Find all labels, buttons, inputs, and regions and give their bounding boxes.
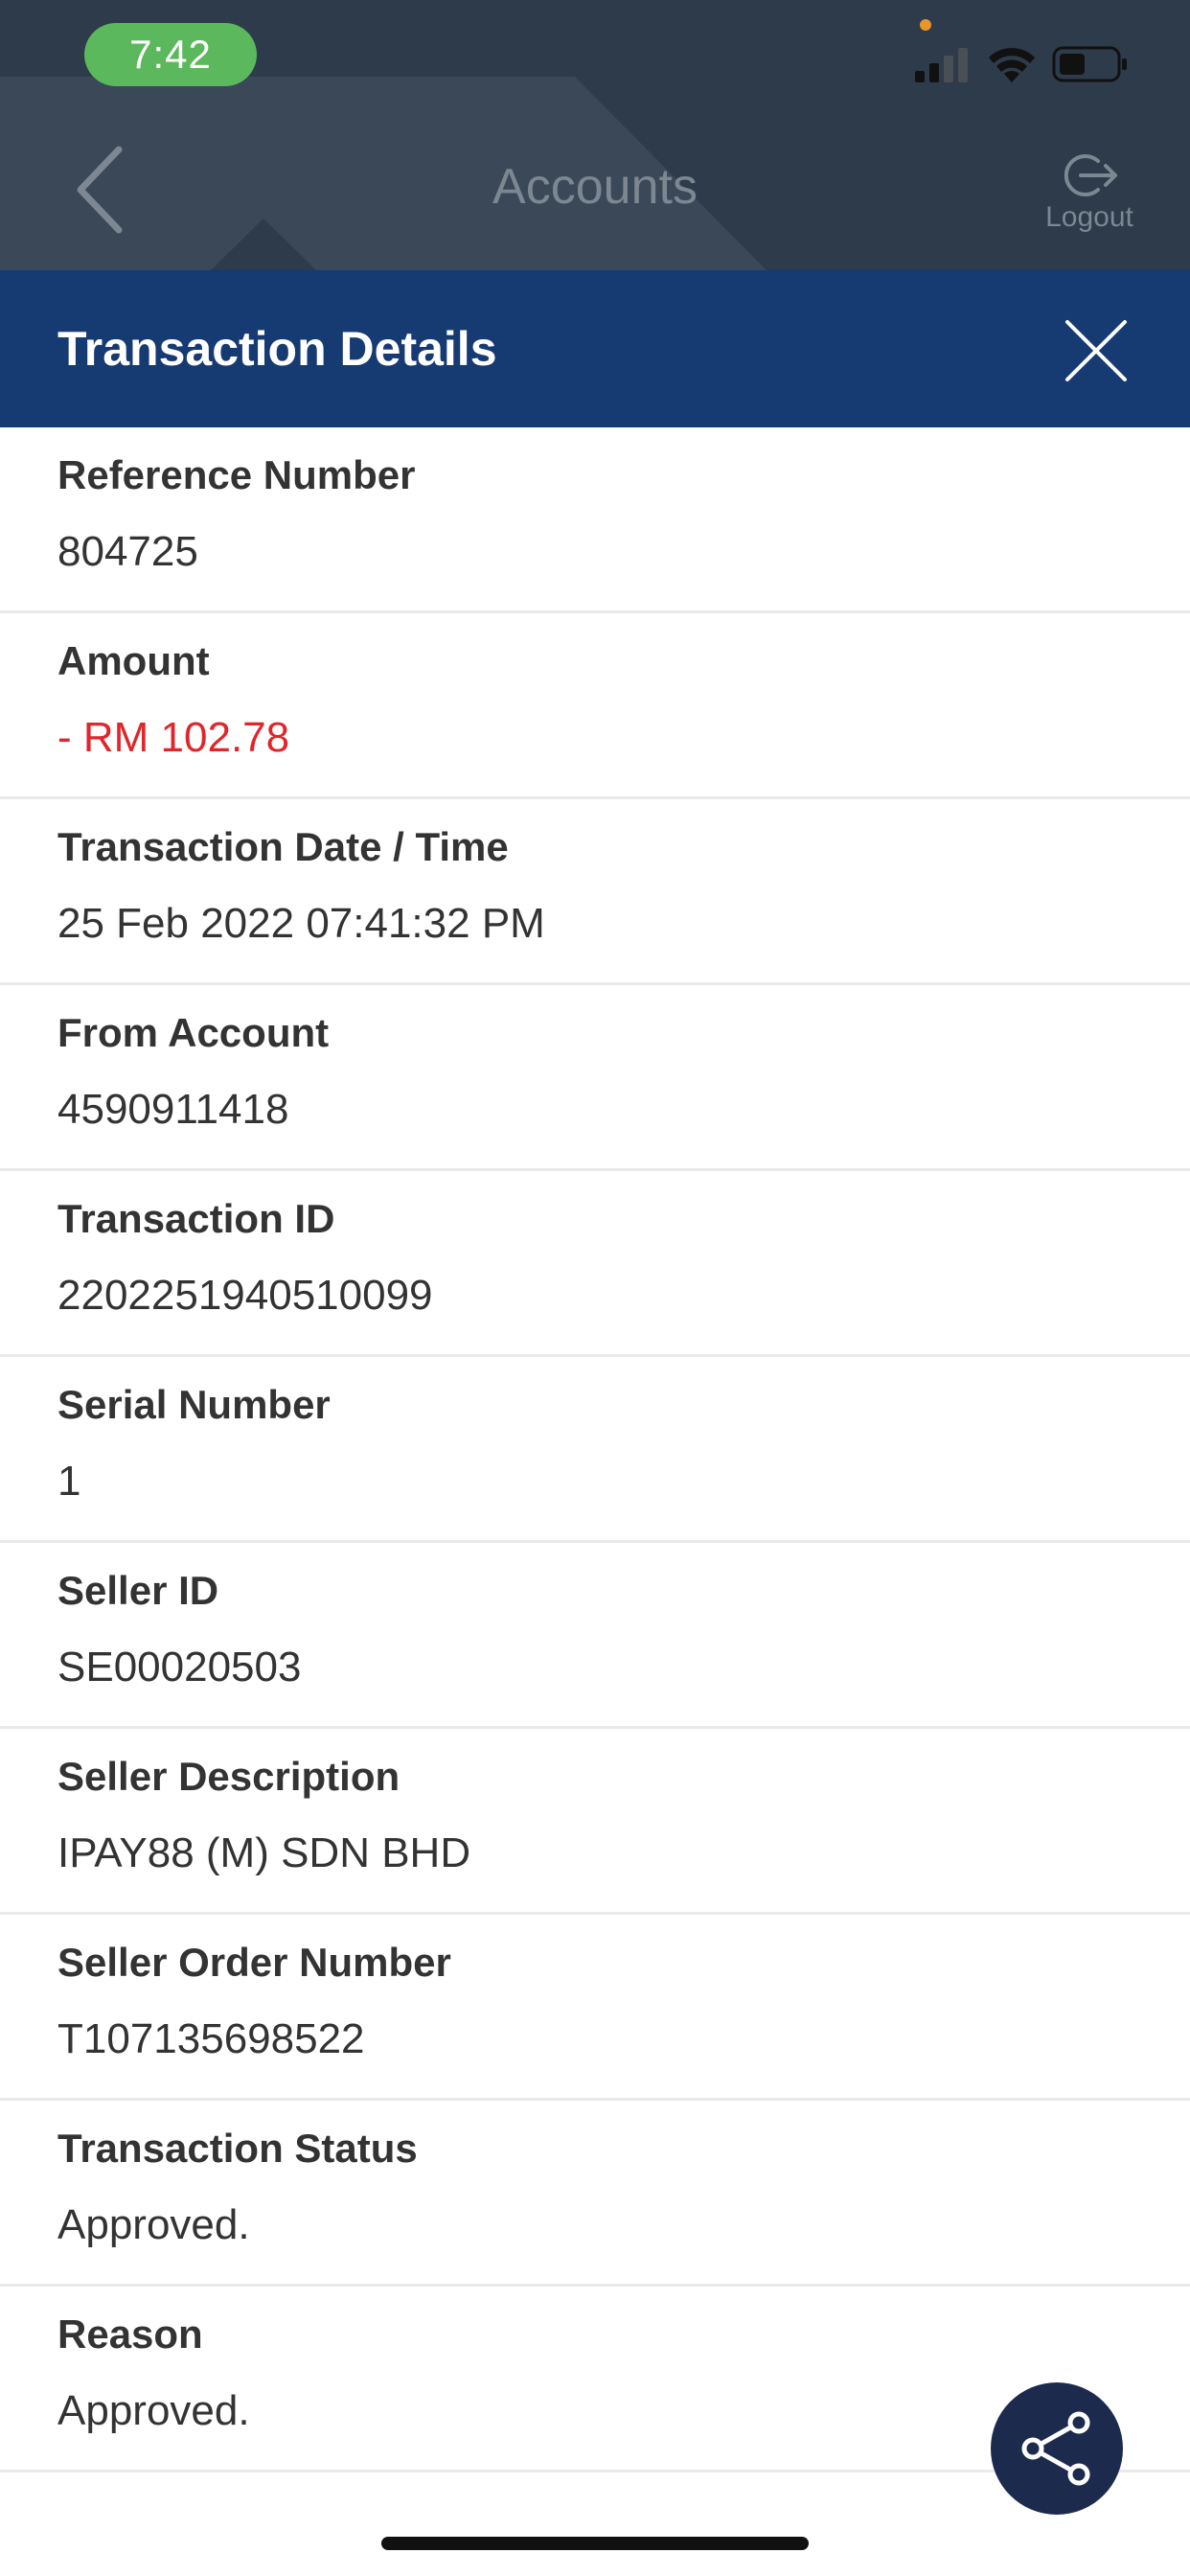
detail-value: Approved. <box>57 2201 250 2248</box>
detail-row-seller-description: Seller Description IPAY88 (M) SDN BHD <box>0 1729 1190 1915</box>
privacy-indicator-dot <box>920 19 931 31</box>
detail-label: Seller Order Number <box>57 1940 451 1985</box>
detail-label: Transaction Status <box>57 2126 418 2171</box>
detail-row-serial-number: Serial Number 1 <box>0 1357 1190 1543</box>
detail-label: Transaction Date / Time <box>57 824 509 869</box>
wifi-icon <box>989 48 1035 82</box>
detail-label: Serial Number <box>57 1382 331 1427</box>
share-button[interactable] <box>991 2382 1123 2515</box>
detail-row-seller-order-number: Seller Order Number T107135698522 <box>0 1915 1190 2101</box>
sheet-title: Transaction Details <box>57 322 497 376</box>
detail-row-amount: Amount - RM 102.78 <box>0 613 1190 799</box>
status-time: 7:42 <box>84 23 257 86</box>
status-bar: 7:42 <box>0 0 1190 115</box>
detail-value: IPAY88 (M) SDN BHD <box>57 1829 471 1876</box>
detail-value: Approved. <box>57 2387 250 2434</box>
detail-row-transaction-date-time: Transaction Date / Time 25 Feb 2022 07:4… <box>0 799 1190 985</box>
detail-label: Transaction ID <box>57 1196 335 1241</box>
page-title: Accounts <box>492 159 698 215</box>
detail-value: T107135698522 <box>57 2015 365 2062</box>
detail-value: 25 Feb 2022 07:41:32 PM <box>57 900 545 947</box>
home-indicator <box>381 2537 809 2550</box>
detail-row-from-account: From Account 4590911418 <box>0 985 1190 1171</box>
detail-row-reference-number: Reference Number 804725 <box>0 427 1190 613</box>
battery-icon <box>1052 46 1127 82</box>
detail-value: 2202251940510099 <box>57 1272 433 1319</box>
detail-label: Reference Number <box>57 452 416 497</box>
detail-row-transaction-id: Transaction ID 2202251940510099 <box>0 1171 1190 1357</box>
share-icon <box>1021 2411 1090 2486</box>
detail-row-transaction-status: Transaction Status Approved. <box>0 2101 1190 2287</box>
detail-row-seller-id: Seller ID SE00020503 <box>0 1543 1190 1729</box>
close-icon[interactable] <box>1062 316 1131 385</box>
app-bar: 7:42 Accounts Logout <box>0 0 1190 270</box>
sheet-header: Transaction Details <box>0 270 1190 427</box>
transaction-details-list: Reference Number 804725 Amount - RM 102.… <box>0 427 1190 2472</box>
detail-label: Seller Description <box>57 1754 400 1799</box>
amount-value: - RM 102.78 <box>57 714 290 761</box>
detail-label: Seller ID <box>57 1568 219 1613</box>
detail-value: 1 <box>57 1458 81 1505</box>
logout-label: Logout <box>1045 201 1133 233</box>
detail-label: From Account <box>57 1010 330 1055</box>
cellular-signal-icon <box>915 48 968 82</box>
detail-value: 4590911418 <box>57 1086 289 1133</box>
detail-value: SE00020503 <box>57 1644 302 1690</box>
detail-value: 804725 <box>57 528 198 575</box>
detail-label: Amount <box>57 638 210 683</box>
logout-button[interactable]: Logout <box>1027 144 1152 240</box>
logout-icon <box>1064 154 1117 196</box>
detail-label: Reason <box>57 2312 203 2357</box>
